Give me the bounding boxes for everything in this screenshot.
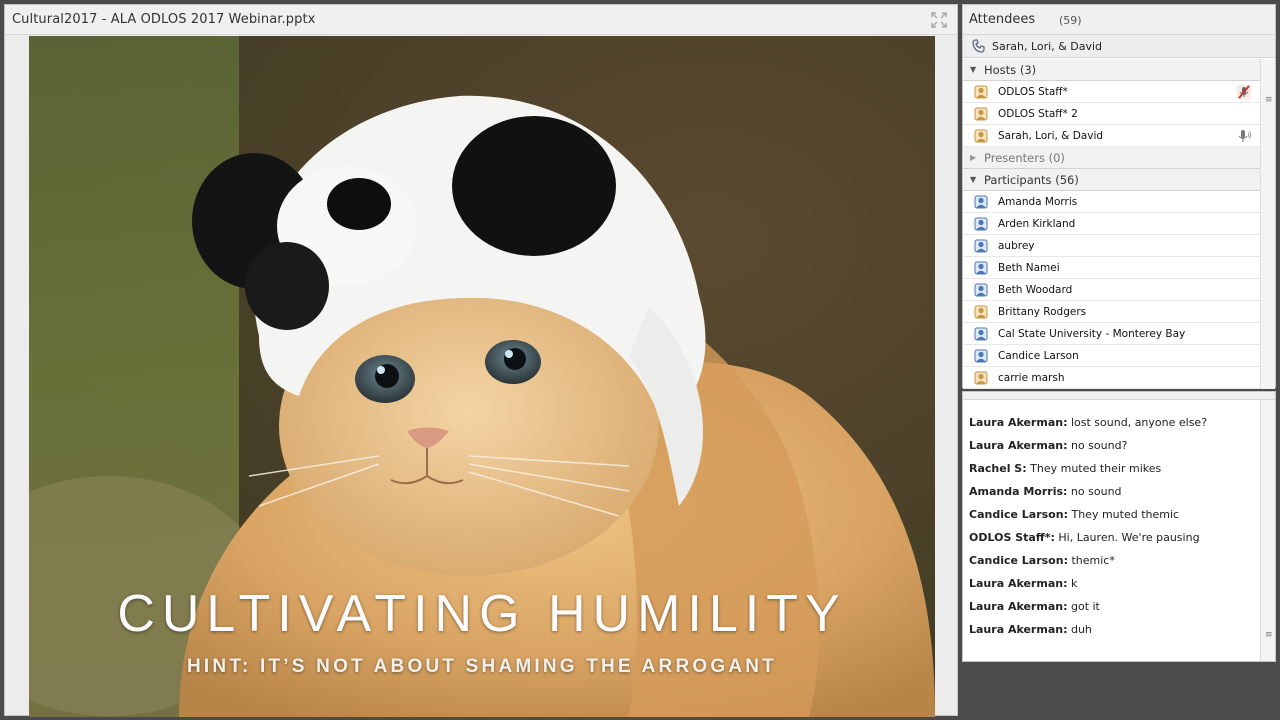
host-row[interactable]: ODLOS Staff* (963, 81, 1260, 103)
active-speaker-name: Sarah, Lori, & David (992, 40, 1103, 53)
mic-active-icon (1238, 130, 1252, 142)
chat-text: They muted their mikes (1026, 462, 1162, 475)
chat-sender: Laura Akerman: (969, 600, 1068, 613)
chat-sender: Laura Akerman: (969, 623, 1068, 636)
participant-row[interactable]: carrie marsh (963, 367, 1260, 389)
chat-sender: Candice Larson: (969, 508, 1068, 521)
fullscreen-icon[interactable] (931, 12, 947, 28)
attendee-scrollbar[interactable]: ≡ (1260, 59, 1275, 389)
participant-row[interactable]: Brittany Rodgers (963, 301, 1260, 323)
participant-row[interactable]: Cal State University - Monterey Bay (963, 323, 1260, 345)
participant-name: Arden Kirkland (998, 218, 1076, 230)
host-row[interactable]: Sarah, Lori, & David (963, 125, 1260, 147)
participant-name: Candice Larson (998, 350, 1079, 362)
host-user-icon (974, 107, 988, 121)
host-name: Sarah, Lori, & David (998, 130, 1104, 142)
participant-row[interactable]: aubrey (963, 235, 1260, 257)
attendees-count: (59) (1059, 14, 1082, 27)
slide-subtitle: HINT: IT’S NOT ABOUT SHAMING THE ARROGAN… (187, 656, 777, 677)
participant-name: Beth Woodard (998, 284, 1073, 296)
host-name: ODLOS Staff* 2 (998, 108, 1078, 120)
chat-message: Rachel S: They muted their mikes (969, 462, 1161, 475)
share-pod-titlebar: Cultural2017 - ALA ODLOS 2017 Webinar.pp… (5, 5, 957, 35)
chat-sender: Rachel S: (969, 462, 1027, 475)
participant-user-icon (974, 217, 988, 231)
collapse-arrow-icon[interactable]: ▶ (970, 153, 976, 162)
chat-message: Amanda Morris: no sound (969, 485, 1122, 498)
participant-name: Amanda Morris (998, 196, 1078, 208)
chat-text: themic* (1067, 554, 1115, 567)
participant-row[interactable]: Candice Larson (963, 345, 1260, 367)
group-presenters[interactable]: ▶ Presenters (0) (963, 147, 1260, 169)
chat-text: k (1067, 577, 1078, 590)
participant-row[interactable]: Amanda Morris (963, 191, 1260, 213)
attendees-pod: Attendees (59) Sarah, Lori, & David ▼ Ho… (962, 4, 1276, 389)
participant-user-icon (974, 239, 988, 253)
group-participants-label: Participants (56) (984, 173, 1079, 187)
scroll-grip-icon[interactable]: ≡ (1265, 630, 1273, 640)
chat-scrollbar[interactable]: ≡ (1260, 400, 1275, 661)
chat-text: no sound? (1067, 439, 1128, 452)
participant-name: aubrey (998, 240, 1035, 252)
group-hosts[interactable]: ▼ Hosts (3) (963, 59, 1260, 81)
chat-sender: ODLOS Staff*: (969, 531, 1055, 544)
attendees-header: Attendees (59) (963, 5, 1275, 35)
chat-message: Laura Akerman: duh (969, 623, 1092, 636)
chat-text: no sound (1067, 485, 1122, 498)
group-presenters-label: Presenters (0) (984, 151, 1065, 165)
chat-message: Laura Akerman: got it (969, 600, 1100, 613)
share-pod-title: Cultural2017 - ALA ODLOS 2017 Webinar.pp… (12, 12, 316, 27)
chat-text: They muted themic (1067, 508, 1180, 521)
chat-sender: Laura Akerman: (969, 439, 1068, 452)
participant-user-icon (974, 349, 988, 363)
chat-message: ODLOS Staff*: Hi, Lauren. We're pausing (969, 531, 1200, 544)
participant-user-icon (974, 327, 988, 341)
host-user-icon (974, 371, 988, 385)
participant-user-icon (974, 283, 988, 297)
host-user-icon (974, 85, 988, 99)
chat-sender: Candice Larson: (969, 554, 1068, 567)
expand-arrow-icon[interactable]: ▼ (970, 65, 976, 74)
host-user-icon (974, 305, 988, 319)
participant-name: Cal State University - Monterey Bay (998, 328, 1186, 340)
group-participants[interactable]: ▼ Participants (56) (963, 169, 1260, 191)
participant-row[interactable]: Arden Kirkland (963, 213, 1260, 235)
participant-user-icon (974, 261, 988, 275)
chat-message: Laura Akerman: no sound? (969, 439, 1127, 452)
group-hosts-label: Hosts (3) (984, 63, 1037, 77)
expand-arrow-icon[interactable]: ▼ (970, 175, 976, 184)
mic-muted-icon (1237, 85, 1251, 99)
chat-text: got it (1067, 600, 1100, 613)
chat-text: Hi, Lauren. We're pausing (1054, 531, 1200, 544)
chat-sender: Amanda Morris: (969, 485, 1068, 498)
chat-message: Laura Akerman: k (969, 577, 1077, 590)
scroll-grip-icon[interactable]: ≡ (1265, 95, 1273, 105)
active-speaker-row[interactable]: Sarah, Lori, & David (963, 35, 1275, 58)
host-row[interactable]: ODLOS Staff* 2 (963, 103, 1260, 125)
chat-message: Candice Larson: They muted themic (969, 508, 1179, 521)
host-name: ODLOS Staff* (998, 86, 1068, 98)
participant-user-icon (974, 195, 988, 209)
share-pod: Cultural2017 - ALA ODLOS 2017 Webinar.pp… (4, 4, 958, 717)
chat-titlebar (963, 392, 1275, 400)
chat-sender: Laura Akerman: (969, 577, 1068, 590)
participant-row[interactable]: Beth Namei (963, 257, 1260, 279)
presentation-slide: CULTIVATING HUMILITY HINT: IT’S NOT ABOU… (29, 36, 935, 717)
participant-row[interactable]: Beth Woodard (963, 279, 1260, 301)
chat-message: Candice Larson: themic* (969, 554, 1115, 567)
participant-name: Brittany Rodgers (998, 306, 1087, 318)
chat-messages: Laura Akerman: lost sound, anyone else? … (963, 400, 1260, 661)
chat-sender: Laura Akerman: (969, 416, 1068, 429)
phone-icon (972, 39, 985, 53)
slide-title: CULTIVATING HUMILITY (117, 585, 847, 643)
participant-name: carrie marsh (998, 372, 1065, 384)
participant-name: Beth Namei (998, 262, 1060, 274)
attendees-title: Attendees (969, 12, 1036, 27)
chat-text: duh (1067, 623, 1092, 636)
chat-text: lost sound, anyone else? (1067, 416, 1208, 429)
attendee-list: ▼ Hosts (3) ODLOS Staff* ODLOS Staff* 2 (963, 59, 1260, 389)
chat-message: Laura Akerman: lost sound, anyone else? (969, 416, 1207, 429)
host-user-icon (974, 129, 988, 143)
chat-pod: Laura Akerman: lost sound, anyone else? … (962, 391, 1276, 662)
